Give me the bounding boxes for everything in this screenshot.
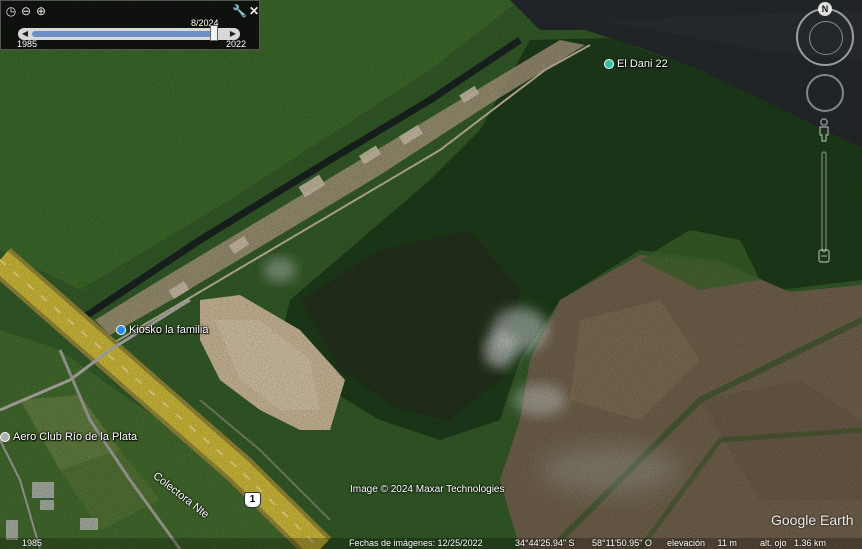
end-year-label: 2022 xyxy=(226,39,247,49)
latitude: 34°44'25.94" S xyxy=(515,538,575,548)
close-icon[interactable]: ✕ xyxy=(247,4,261,18)
time-slider-thumb[interactable] xyxy=(210,25,219,41)
google-earth-logo: Google Earth xyxy=(771,512,854,528)
eye-altitude: alt. ojo 1.36 km xyxy=(760,538,827,548)
look-joystick[interactable] xyxy=(806,74,844,112)
place-label: El Dani 22 xyxy=(617,58,668,70)
place-label: Kiosko la familia xyxy=(129,324,209,336)
satellite-map[interactable] xyxy=(0,0,862,549)
place-label: Aero Club Río de la Plata xyxy=(13,431,138,443)
clock-icon[interactable]: ◷ xyxy=(4,4,18,18)
shop-pin-icon xyxy=(116,325,126,335)
wrench-icon[interactable]: 🔧 xyxy=(232,4,247,18)
place-pin-icon xyxy=(604,59,614,69)
compass-ring[interactable]: N xyxy=(796,2,854,66)
time-slider-track[interactable]: ◀ ▶ xyxy=(18,25,240,41)
elevation: elevación 11 m xyxy=(667,538,737,548)
imagery-date: Fechas de imágenes: 12/25/2022 xyxy=(349,538,483,548)
place-pin-icon xyxy=(0,432,10,442)
status-year: 1985 xyxy=(22,538,43,548)
imagery-copyright: Image © 2024 Maxar Technologies xyxy=(350,484,505,495)
status-bar: 1985 Fechas de imágenes: 12/25/2022 34°4… xyxy=(0,538,862,549)
navigation-controls: N xyxy=(792,0,862,280)
start-year-label: 1985 xyxy=(17,39,38,49)
longitude: 58°11'50.95" O xyxy=(592,538,652,548)
place-aero-club[interactable]: Aero Club Río de la Plata xyxy=(0,431,137,443)
zoom-in-icon[interactable]: ⊕ xyxy=(34,4,48,18)
street-view-pegman-icon[interactable] xyxy=(817,118,831,142)
place-kiosko-la-familia[interactable]: Kiosko la familia xyxy=(116,324,208,336)
zoom-slider[interactable] xyxy=(818,150,830,265)
zoom-out-icon[interactable]: ⊖ xyxy=(19,4,33,18)
route-shield: 1 xyxy=(244,492,261,508)
place-el-dani-22[interactable]: El Dani 22 xyxy=(604,58,668,70)
compass-north-label: N xyxy=(818,2,832,16)
compass-inner-ring[interactable] xyxy=(809,21,843,55)
historical-imagery-bar: ◷ ⊖ ⊕ 🔧 ✕ 8/2024 ◀ ▶ 1985 2022 xyxy=(0,0,260,50)
time-slider-fill xyxy=(32,31,215,37)
